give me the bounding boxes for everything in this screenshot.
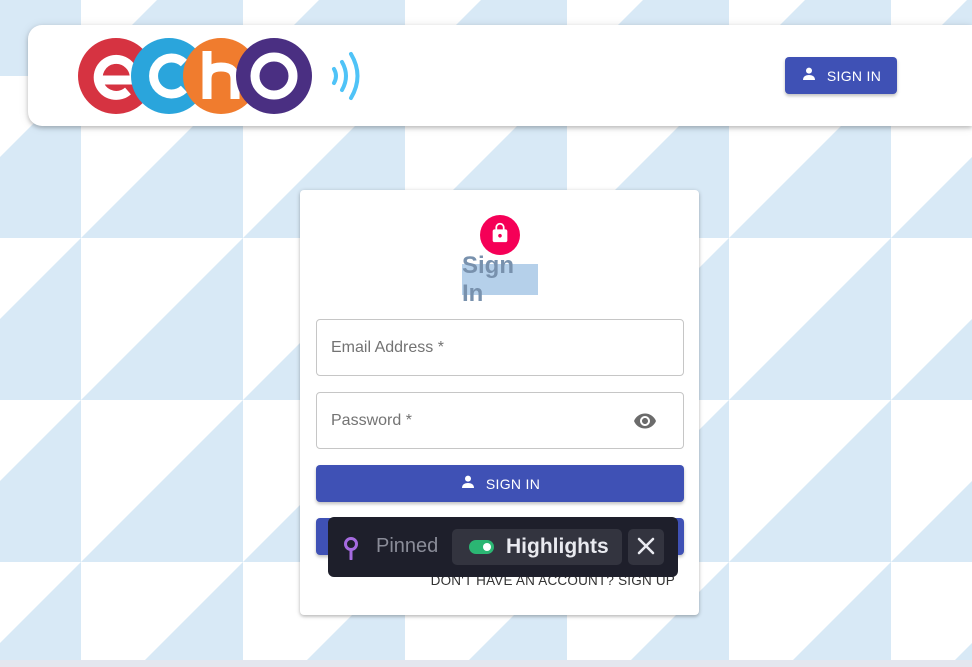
lock-icon (489, 222, 511, 249)
pinned-label: Pinned (376, 535, 439, 557)
header-sign-in-button[interactable]: SIGN IN (785, 57, 897, 94)
password-input[interactable] (331, 411, 631, 430)
echo-logo[interactable]: echo (76, 37, 371, 115)
app-bar: echo SIGN IN (28, 25, 972, 126)
close-button[interactable] (628, 529, 664, 565)
header-sign-in-label: SIGN IN (826, 67, 882, 84)
email-field[interactable] (316, 319, 684, 376)
eye-icon[interactable] (633, 411, 657, 431)
bottom-strip (0, 660, 972, 667)
sign-in-button[interactable]: SIGN IN (316, 465, 684, 502)
pinned-toolbar: Pinned Highlights (328, 517, 678, 577)
page-title: Sign In (462, 252, 538, 307)
close-icon (636, 536, 656, 559)
highlights-label: Highlights (506, 535, 609, 558)
lock-avatar (480, 215, 520, 255)
toggle-knob (483, 543, 491, 551)
person-icon (801, 66, 817, 85)
person-icon (460, 474, 476, 493)
pin-icon[interactable] (342, 536, 360, 561)
email-input[interactable] (331, 338, 631, 357)
highlights-toggle[interactable] (469, 540, 494, 554)
sign-in-button-label: SIGN IN (485, 475, 541, 492)
highlights-toggle-chip[interactable]: Highlights (452, 529, 622, 565)
password-field[interactable] (316, 392, 684, 449)
